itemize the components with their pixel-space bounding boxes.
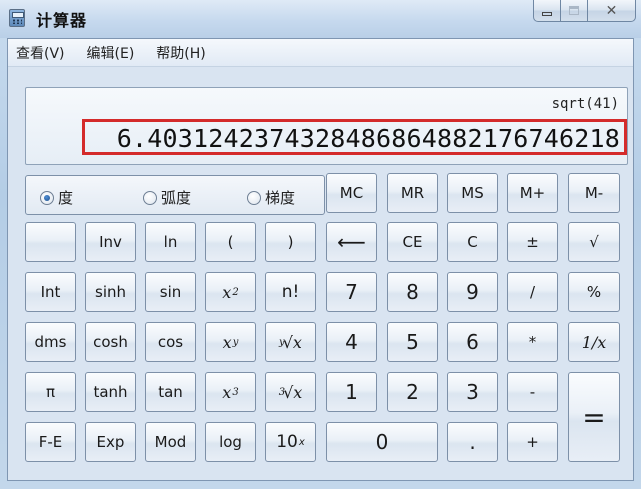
sinh-button[interactable]: sinh [85,272,136,312]
cuberoot-operand: x [293,382,303,402]
yroot-operand: x [292,332,302,352]
tan-button[interactable]: tan [145,372,196,412]
equals-button[interactable]: = [568,372,620,462]
mplus-button[interactable]: M+ [507,173,558,213]
radio-unselected-icon [247,190,261,205]
tanh-button[interactable]: tanh [85,372,136,412]
tenx-exp: x [298,436,305,448]
exp-button[interactable]: Exp [85,422,136,462]
calculator-window: 查看(V) 编辑(E) 帮助(H) sqrt(41) 6.40312423743… [7,38,634,481]
lparen-button[interactable]: ( [205,222,256,262]
pi-button[interactable]: π [25,372,76,412]
sqrt-button[interactable]: √ [568,222,620,262]
square-button[interactable]: x2 [205,272,256,312]
cos-button[interactable]: cos [145,322,196,362]
tenx-base: 10 [276,432,298,452]
digit-6-button[interactable]: 6 [447,322,498,362]
digit-3-button[interactable]: 3 [447,372,498,412]
reciprocal-button[interactable]: 1/x [568,322,620,362]
rparen-button[interactable]: ) [265,222,316,262]
c-button[interactable]: C [447,222,498,262]
digit-1-button[interactable]: 1 [326,372,377,412]
digit-5-button[interactable]: 5 [387,322,438,362]
cube-button[interactable]: x3 [205,372,256,412]
backspace-button[interactable]: ⟵ [326,222,377,262]
plusminus-button[interactable]: ± [507,222,558,262]
close-icon: ✕ [605,2,618,19]
square-base: x [222,282,232,302]
menu-help[interactable]: 帮助(H) [156,43,205,63]
cube-exp: 3 [232,386,239,398]
yroot-symbol: √ [282,332,293,352]
cube-base: x [222,382,232,402]
cuberoot-button[interactable]: 3 √ x [265,372,316,412]
menu-bar: 查看(V) 编辑(E) 帮助(H) [8,39,633,67]
radio-degrees[interactable]: 度 [40,187,73,208]
inv-button[interactable]: Inv [85,222,136,262]
radio-grads-label: 梯度 [265,189,296,207]
divide-button[interactable]: / [507,272,558,312]
tenx-button[interactable]: 10 x [265,422,316,462]
mc-button[interactable]: MC [326,173,377,213]
power-button[interactable]: xy [205,322,256,362]
mr-button[interactable]: MR [387,173,438,213]
mminus-button[interactable]: M- [568,173,620,213]
percent-button[interactable]: % [568,272,620,312]
sin-button[interactable]: sin [145,272,196,312]
radio-unselected-icon [143,190,157,205]
cuberoot-symbol: √ [283,382,294,402]
radio-grads[interactable]: 梯度 [247,187,295,208]
minimize-icon [542,11,552,16]
power-base: x [222,332,232,352]
radio-radians[interactable]: 弧度 [143,187,191,208]
digit-0-button[interactable]: 0 [326,422,438,462]
result-readout: 6.4031242374328486864882176746218 [116,124,620,153]
subtract-button[interactable]: - [507,372,558,412]
ce-button[interactable]: CE [387,222,438,262]
square-exp: 2 [232,286,239,298]
menu-edit[interactable]: 编辑(E) [87,43,135,63]
expression-readout: sqrt(41) [551,96,619,112]
calculator-icon [9,9,25,27]
ln-button[interactable]: ln [145,222,196,262]
title-bar: 计算器 ✕ [0,0,641,38]
maximize-icon [569,6,579,15]
maximize-button[interactable] [561,0,588,22]
dms-button[interactable]: dms [25,322,76,362]
yroot-button[interactable]: y √ x [265,322,316,362]
digit-9-button[interactable]: 9 [447,272,498,312]
fe-button[interactable]: F-E [25,422,76,462]
blank-button[interactable] [25,222,76,262]
factorial-button[interactable]: n! [265,272,316,312]
power-exp: y [232,336,239,348]
add-button[interactable]: + [507,422,558,462]
display-panel: sqrt(41) 6.40312423743284868648821767462… [25,87,628,165]
result-highlight: 6.4031242374328486864882176746218 [82,119,627,155]
window-title: 计算器 [36,11,88,30]
multiply-button[interactable]: * [507,322,558,362]
int-button[interactable]: Int [25,272,76,312]
ms-button[interactable]: MS [447,173,498,213]
digit-2-button[interactable]: 2 [387,372,438,412]
cosh-button[interactable]: cosh [85,322,136,362]
digit-4-button[interactable]: 4 [326,322,377,362]
decimal-button[interactable]: . [447,422,498,462]
log-button[interactable]: log [205,422,256,462]
menu-view[interactable]: 查看(V) [16,43,65,63]
backspace-arrow-icon: ⟵ [337,230,366,254]
minimize-button[interactable] [533,0,561,22]
close-button[interactable]: ✕ [588,0,636,22]
radio-radians-label: 弧度 [161,189,192,207]
radio-degrees-label: 度 [58,189,74,207]
window-controls: ✕ [533,0,636,24]
angle-mode-group: 度 弧度 梯度 [25,175,325,215]
digit-8-button[interactable]: 8 [387,272,438,312]
radio-selected-icon [40,190,54,205]
mod-button[interactable]: Mod [145,422,196,462]
digit-7-button[interactable]: 7 [326,272,377,312]
